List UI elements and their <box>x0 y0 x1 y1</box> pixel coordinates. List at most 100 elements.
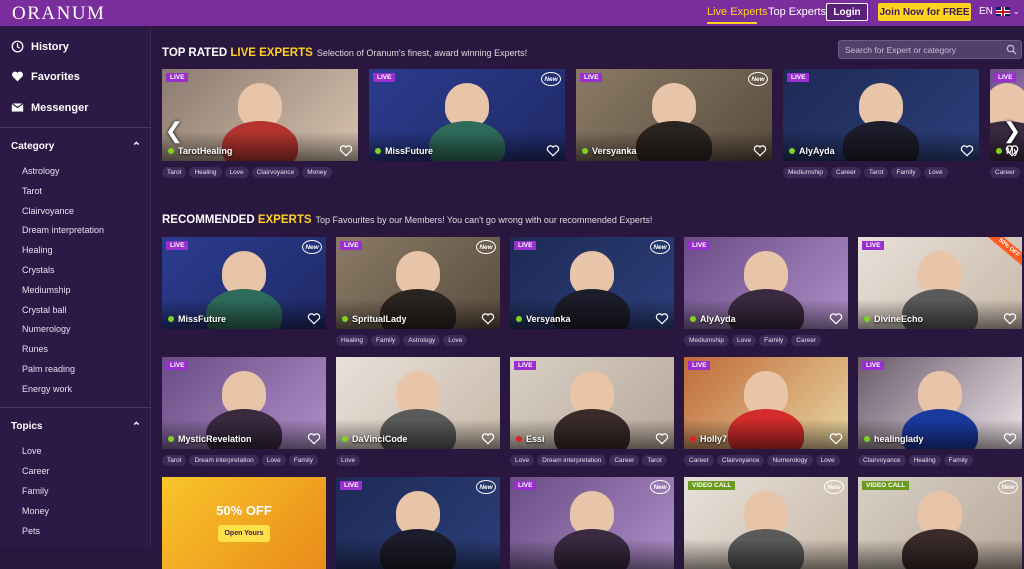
expert-card[interactable]: LIVE New MissFuture <box>369 69 565 161</box>
tag-chip[interactable]: Career <box>831 167 861 178</box>
favorite-heart-icon[interactable] <box>655 432 669 445</box>
carousel-prev-arrow[interactable]: ❮ <box>164 116 184 146</box>
tag-chip[interactable]: Love <box>443 335 468 346</box>
sidebar-item-love[interactable]: Love <box>22 446 42 456</box>
favorite-heart-icon[interactable] <box>960 144 974 157</box>
expert-card[interactable]: LIVE 50% OFF DivineEcho <box>858 237 1022 329</box>
sidebar-item-palm-reading[interactable]: Palm reading <box>22 364 75 374</box>
tag-chip[interactable]: Career <box>684 455 714 466</box>
expert-card[interactable]: LIVE New MissFuture <box>162 237 326 329</box>
search-icon[interactable] <box>1006 44 1017 55</box>
tag-chip[interactable]: Family <box>371 335 401 346</box>
favorite-heart-icon[interactable] <box>339 144 353 157</box>
sidebar-item-mediumship[interactable]: Mediumship <box>22 285 71 295</box>
tag-chip[interactable]: Family <box>943 455 973 466</box>
tag-chip[interactable]: Clairvoyance <box>716 455 765 466</box>
favorite-heart-icon[interactable] <box>1003 432 1017 445</box>
sidebar-item-runes[interactable]: Runes <box>22 344 48 354</box>
tag-chip[interactable]: Dream interpretation <box>537 455 607 466</box>
sidebar-favorites[interactable]: Favorites <box>11 70 80 83</box>
tag-chip[interactable]: Tarot <box>642 455 667 466</box>
tag-chip[interactable]: Clairvoyance <box>251 167 300 178</box>
tag-chip[interactable]: Healing <box>336 335 369 346</box>
language-selector[interactable]: EN ⌄ <box>979 6 1020 17</box>
sidebar-history[interactable]: History <box>11 40 69 53</box>
sidebar-item-numerology[interactable]: Numerology <box>22 324 71 334</box>
expert-card[interactable]: LIVE New SpritualLady <box>336 237 500 329</box>
tag-chip[interactable]: Love <box>224 167 249 178</box>
expert-card[interactable]: LIVE Holly7 <box>684 357 848 449</box>
favorite-heart-icon[interactable] <box>481 432 495 445</box>
sidebar-item-family[interactable]: Family <box>22 486 49 496</box>
tag-chip[interactable]: Love <box>336 455 361 466</box>
expert-card[interactable]: LIVE New <box>336 477 500 569</box>
tag-chip[interactable]: Family <box>891 167 921 178</box>
tag-chip[interactable]: Love <box>923 167 948 178</box>
tag-chip[interactable]: Career <box>990 167 1020 178</box>
sidebar-item-money[interactable]: Money <box>22 506 49 516</box>
sidebar-item-tarot[interactable]: Tarot <box>22 186 42 196</box>
join-button[interactable]: Join Now for FREE <box>878 3 971 21</box>
promo-open-button[interactable]: Open Yours <box>218 525 270 542</box>
nav-top-experts[interactable]: Top Experts <box>768 6 826 18</box>
tag-chip[interactable]: Career <box>791 335 822 346</box>
tag-chip[interactable]: Dream interpretation <box>189 455 259 466</box>
tag-chip[interactable]: Mediumship <box>684 335 730 346</box>
tag-chip[interactable]: Healing <box>189 167 222 178</box>
tag-chip[interactable]: Tarot <box>162 455 187 466</box>
tag-chip[interactable]: Love <box>261 455 286 466</box>
favorite-heart-icon[interactable] <box>307 432 321 445</box>
tag-chip[interactable]: Mediumship <box>783 167 829 178</box>
expert-card[interactable]: LIVE healinglady <box>858 357 1022 449</box>
topics-section-header[interactable]: Topics ⌃ <box>11 420 141 433</box>
carousel-next-arrow[interactable]: ❯ <box>1002 116 1022 146</box>
favorite-heart-icon[interactable] <box>829 312 843 325</box>
favorite-heart-icon[interactable] <box>546 144 560 157</box>
category-section-header[interactable]: Category ⌃ <box>11 140 141 153</box>
tag-chip[interactable]: Astrology <box>403 335 441 346</box>
expert-card[interactable]: DaVinciCode <box>336 357 500 449</box>
expert-card[interactable]: LIVE Essi <box>510 357 674 449</box>
sidebar-item-astrology[interactable]: Astrology <box>22 166 60 176</box>
sidebar-item-crystal-ball[interactable]: Crystal ball <box>22 305 67 315</box>
tag-chip[interactable]: Career <box>609 455 640 466</box>
sidebar-item-pets[interactable]: Pets <box>22 526 40 536</box>
expert-card[interactable]: LIVE MysticRevelation <box>162 357 326 449</box>
expert-card[interactable]: LIVE New <box>510 477 674 569</box>
sidebar-item-dream-interpretation[interactable]: Dream interpretation <box>22 225 104 235</box>
favorite-heart-icon[interactable] <box>753 144 767 157</box>
expert-card[interactable]: VIDEO CALL New <box>858 477 1022 569</box>
tag-chip[interactable]: Tarot <box>863 167 889 178</box>
favorite-heart-icon[interactable] <box>1003 312 1017 325</box>
sidebar-item-career[interactable]: Career <box>22 466 50 476</box>
expert-card[interactable]: LIVE AlyAyda <box>783 69 979 161</box>
expert-card[interactable]: LIVE TarotHealing <box>162 69 358 161</box>
sidebar-item-healing[interactable]: Healing <box>22 245 53 255</box>
tag-chip[interactable]: Healing <box>908 455 941 466</box>
tag-chip[interactable]: Numerology <box>767 455 813 466</box>
sidebar-item-crystals[interactable]: Crystals <box>22 265 55 275</box>
favorite-heart-icon[interactable] <box>307 312 321 325</box>
tag-chip[interactable]: Family <box>759 335 789 346</box>
expert-card[interactable]: LIVE New Versyanka <box>576 69 772 161</box>
promo-banner[interactable]: 50% OFF Open Yours <box>162 477 326 569</box>
expert-card[interactable]: LIVE My <box>990 69 1024 161</box>
oranum-logo[interactable]: ORANUM <box>12 3 105 25</box>
sidebar-messenger[interactable]: Messenger <box>11 101 88 114</box>
tag-chip[interactable]: Love <box>815 455 840 466</box>
search-input[interactable]: Search for Expert or category <box>838 40 1022 59</box>
tag-chip[interactable]: Love <box>510 455 535 466</box>
nav-live-experts[interactable]: Live Experts <box>707 6 768 18</box>
expert-card[interactable]: LIVE New Versyanka <box>510 237 674 329</box>
sidebar-item-energy-work[interactable]: Energy work <box>22 384 72 394</box>
tag-chip[interactable]: Love <box>732 335 757 346</box>
expert-card[interactable]: LIVE AlyAyda <box>684 237 848 329</box>
login-button[interactable]: Login <box>826 3 868 21</box>
tag-chip[interactable]: Clairvoyance <box>858 455 906 466</box>
tag-chip[interactable]: Family <box>288 455 318 466</box>
tag-chip[interactable]: Money <box>302 167 332 178</box>
tag-chip[interactable]: Tarot <box>162 167 187 178</box>
expert-card[interactable]: VIDEO CALL New <box>684 477 848 569</box>
favorite-heart-icon[interactable] <box>655 312 669 325</box>
favorite-heart-icon[interactable] <box>481 312 495 325</box>
